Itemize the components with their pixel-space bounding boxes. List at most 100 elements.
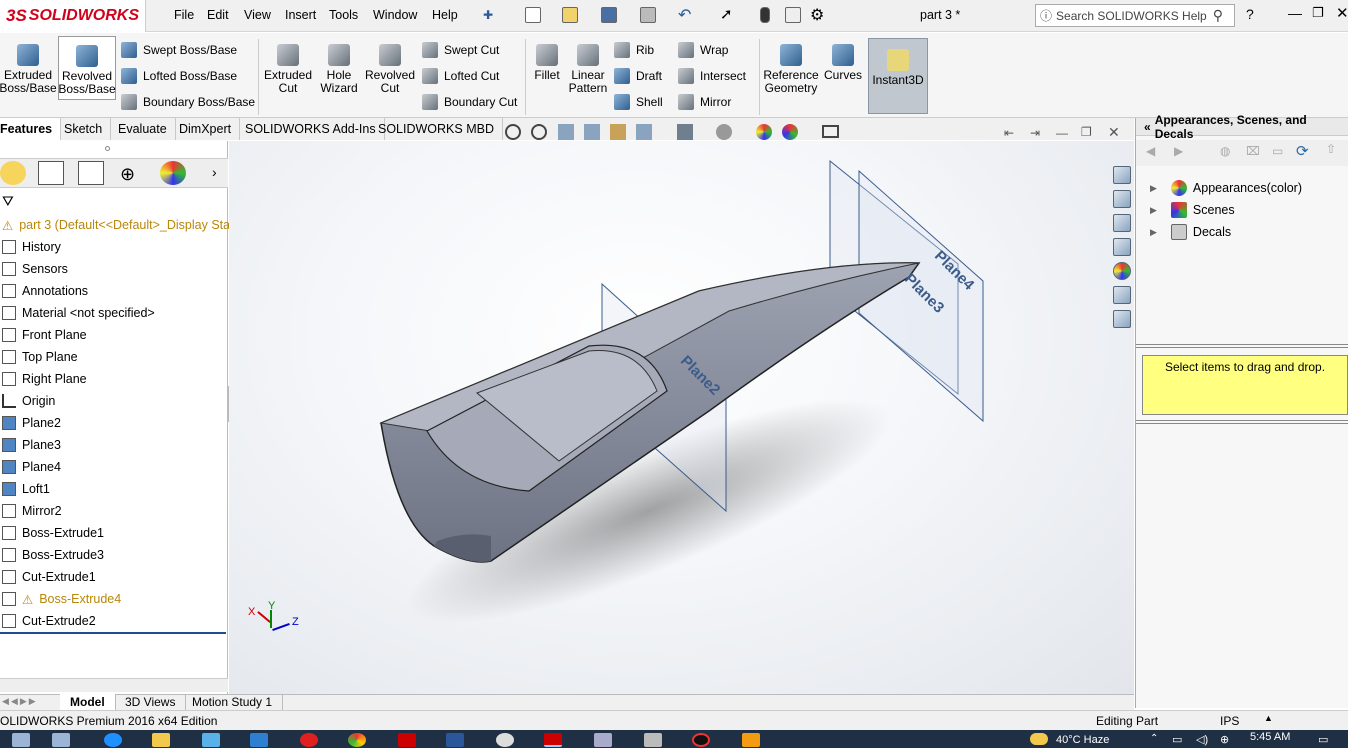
tree-item-material[interactable]: Material <not specified> xyxy=(0,302,155,324)
boat-model-render[interactable] xyxy=(229,141,1134,694)
help-search-input[interactable]: ⓘ Search SOLIDWORKS Help ⚲ xyxy=(1035,4,1235,27)
apply-scene-icon[interactable] xyxy=(782,124,798,140)
view-palette-icon[interactable] xyxy=(1113,238,1131,256)
hide-show-items-icon[interactable] xyxy=(716,124,732,140)
chevron-right-icon[interactable]: › xyxy=(212,164,217,180)
unit-system-selector[interactable]: IPS xyxy=(1220,714,1239,728)
lofted-boss-button[interactable]: Lofted Boss/Base xyxy=(121,66,237,86)
file-explorer-icon[interactable] xyxy=(1113,214,1131,232)
section-view-icon[interactable] xyxy=(584,124,600,140)
extruded-cut-button[interactable]: Extruded Cut xyxy=(262,36,314,95)
custom-properties-icon[interactable] xyxy=(1113,286,1131,304)
tree-item-loft1[interactable]: Loft1 xyxy=(0,478,50,500)
horizontal-scrollbar[interactable] xyxy=(0,678,228,692)
start-icon[interactable] xyxy=(12,733,30,747)
pane-splitter[interactable] xyxy=(1136,420,1348,424)
app-icon[interactable] xyxy=(594,733,612,747)
revolved-boss-button[interactable]: Revolved Boss/Base xyxy=(58,36,116,100)
fillet-button[interactable]: Fillet xyxy=(530,36,564,82)
volume-icon[interactable]: ◁) xyxy=(1196,733,1208,746)
tree-item-boss-extrude1[interactable]: Boss-Extrude1 xyxy=(0,522,104,544)
delete-icon[interactable]: ⌧ xyxy=(1246,144,1260,158)
filter-icon[interactable]: ⛛ xyxy=(2,193,14,210)
menu-help[interactable]: Help xyxy=(432,8,458,22)
app-icon[interactable] xyxy=(398,733,416,747)
zoom-to-fit-icon[interactable] xyxy=(505,124,521,140)
tree-item-cut-extrude1[interactable]: Cut-Extrude1 xyxy=(0,566,96,588)
lofted-cut-button[interactable]: Lofted Cut xyxy=(422,66,499,86)
print-icon[interactable] xyxy=(640,7,656,23)
dimxpert-manager-tab-icon[interactable]: ⊕ xyxy=(120,164,135,185)
tree-item-annotations[interactable]: Annotations xyxy=(0,280,88,302)
app-icon[interactable] xyxy=(644,733,662,747)
tab-model[interactable]: Model xyxy=(60,694,116,710)
tree-item-origin[interactable]: Origin xyxy=(0,390,55,412)
tree-item-right-plane[interactable]: Right Plane xyxy=(0,368,87,390)
swept-boss-button[interactable]: Swept Boss/Base xyxy=(121,40,237,60)
forum-icon[interactable] xyxy=(1113,310,1131,328)
app-icon[interactable] xyxy=(742,733,760,747)
menu-view[interactable]: View xyxy=(244,8,271,22)
menu-file[interactable]: File xyxy=(174,8,194,22)
collapse-chevron-icon[interactable]: « xyxy=(1144,120,1151,134)
system-tray-chevron-icon[interactable]: ⌃ xyxy=(1150,733,1158,744)
tree-item-mirror2[interactable]: Mirror2 xyxy=(0,500,62,522)
tab-dimxpert[interactable]: DimXpert xyxy=(171,118,241,140)
record-icon[interactable] xyxy=(692,733,710,747)
extruded-boss-button[interactable]: Extruded Boss/Base xyxy=(0,36,57,95)
previous-view-icon[interactable] xyxy=(558,124,574,140)
up-arrow-icon[interactable]: ⇧ xyxy=(1326,142,1336,156)
store-icon[interactable] xyxy=(202,733,220,747)
tab-mbd[interactable]: SOLIDWORKS MBD xyxy=(370,118,503,140)
add-to-library-icon[interactable]: ◍ xyxy=(1220,144,1230,158)
language-globe-icon[interactable]: ⊕ xyxy=(1220,733,1229,746)
new-folder-icon[interactable]: ▭ xyxy=(1272,144,1283,158)
viewport-close-icon[interactable]: ✕ xyxy=(1108,124,1120,141)
intersect-button[interactable]: Intersect xyxy=(678,66,746,86)
rebuild-icon[interactable] xyxy=(760,7,770,23)
weather-text[interactable]: 40°C Haze xyxy=(1056,734,1109,746)
feature-manager-tab-icon[interactable] xyxy=(0,161,26,185)
notifications-icon[interactable]: ▭ xyxy=(1318,733,1328,746)
property-manager-tab-icon[interactable] xyxy=(38,161,64,185)
solidworks-taskbar-icon[interactable] xyxy=(544,733,562,747)
restore-window-icon[interactable]: ❐ xyxy=(1312,5,1324,21)
revolved-cut-button[interactable]: Revolved Cut xyxy=(364,36,416,95)
expand-chevron-icon[interactable]: ▶ xyxy=(1150,227,1157,238)
forward-arrow-icon[interactable]: ▶ xyxy=(1174,144,1183,158)
edge-browser-icon[interactable] xyxy=(104,733,122,747)
pin-icon[interactable]: ✚ xyxy=(483,8,493,22)
rollback-bar[interactable] xyxy=(0,632,226,634)
tab-3d-views[interactable]: 3D Views xyxy=(115,694,187,710)
design-library-icon[interactable] xyxy=(1113,190,1131,208)
tree-item-plane3[interactable]: Plane3 xyxy=(0,434,61,456)
open-folder-icon[interactable] xyxy=(562,7,578,23)
solidworks-resources-home-icon[interactable] xyxy=(1113,166,1131,184)
expand-chevron-icon[interactable]: ▶ xyxy=(1150,205,1157,216)
menu-edit[interactable]: Edit xyxy=(207,8,229,22)
configuration-manager-tab-icon[interactable] xyxy=(78,161,104,185)
tab-addins[interactable]: SOLIDWORKS Add-Ins xyxy=(237,118,385,140)
file-explorer-taskbar-icon[interactable] xyxy=(152,733,170,747)
display-style-icon[interactable] xyxy=(677,124,693,140)
mail-icon[interactable] xyxy=(250,733,268,747)
menu-tools[interactable]: Tools xyxy=(329,8,358,22)
tree-item-history[interactable]: History xyxy=(0,236,61,258)
mirror-button[interactable]: Mirror xyxy=(678,92,731,112)
tree-item-cut-extrude2[interactable]: Cut-Extrude2 xyxy=(0,610,96,632)
clock-time[interactable]: 5:45 AM xyxy=(1250,731,1290,743)
tab-features[interactable]: Features xyxy=(0,118,62,140)
curves-button[interactable]: Curves xyxy=(822,36,864,82)
opera-icon[interactable] xyxy=(300,733,318,747)
display-manager-tab-icon[interactable] xyxy=(160,161,186,185)
tree-item-boss-extrude4[interactable]: ⚠ Boss-Extrude4 xyxy=(0,588,121,610)
save-icon[interactable] xyxy=(601,7,617,23)
shell-button[interactable]: Shell xyxy=(614,92,663,112)
swept-cut-button[interactable]: Swept Cut xyxy=(422,40,499,60)
menu-insert[interactable]: Insert xyxy=(285,8,316,22)
tree-item-plane2[interactable]: Plane2 xyxy=(0,412,61,434)
select-pointer-icon[interactable]: ➚ xyxy=(720,5,733,23)
view-orientation-icon[interactable] xyxy=(636,124,652,140)
app-icon[interactable] xyxy=(496,733,514,747)
appearances-scenes-icon[interactable] xyxy=(1113,262,1131,280)
